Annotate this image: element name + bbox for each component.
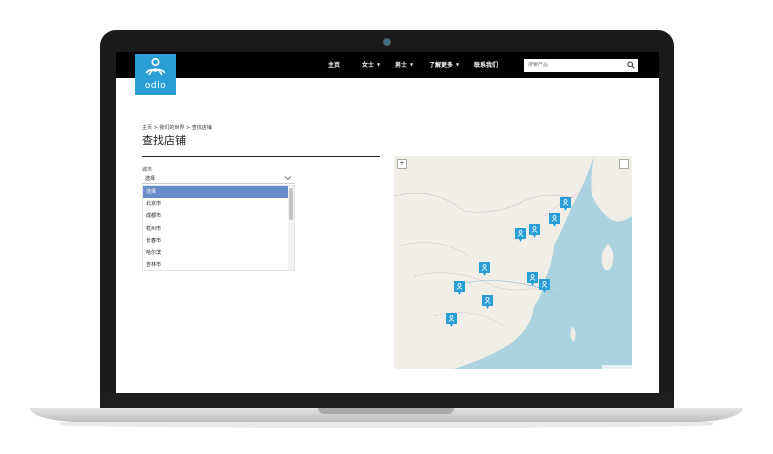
logo-text: odlo <box>144 81 167 91</box>
store-marker-icon[interactable] <box>529 224 540 238</box>
odlo-logo-icon[interactable]: odlo <box>135 54 176 95</box>
map-tiles <box>394 156 632 369</box>
fullscreen-button[interactable] <box>619 159 629 169</box>
site-header: 主页 女士 ▼ 男士 ▼ 了解更多 ▼ 联系我们 <box>116 52 659 78</box>
list-item[interactable]: 选择 <box>143 186 288 199</box>
nav-item-men[interactable]: 男士 ▼ <box>395 60 413 69</box>
page-title: 查找店铺 <box>142 134 186 147</box>
list-item[interactable]: 北京市 <box>143 198 288 210</box>
store-marker-icon[interactable] <box>454 281 465 295</box>
city-label: 城市 <box>142 167 153 173</box>
city-select-value: 选择 <box>145 176 156 182</box>
nav-item-women[interactable]: 女士 ▼ <box>362 60 380 69</box>
zoom-in-button[interactable]: + <box>397 159 407 169</box>
chevron-down-icon <box>284 176 292 181</box>
breadcrumb[interactable]: 主页 > 我们的世界 > 查找店铺 <box>142 124 212 131</box>
store-marker-icon[interactable] <box>482 295 493 309</box>
nav-item-home[interactable]: 主页 <box>328 60 340 69</box>
list-item[interactable]: 成都市 <box>143 210 288 222</box>
laptop-hinge <box>100 393 674 408</box>
store-marker-icon[interactable] <box>446 313 457 327</box>
nav-item-contact[interactable]: 联系我们 <box>474 60 498 69</box>
chevron-down-icon: ▼ <box>456 62 460 67</box>
nav-item-learn-more[interactable]: 了解更多 ▼ <box>429 60 459 69</box>
store-marker-icon[interactable] <box>560 197 571 211</box>
laptop-shadow <box>60 422 713 428</box>
search-box <box>524 59 638 72</box>
store-marker-icon[interactable] <box>539 279 550 293</box>
city-options-list: 选择 北京市 成都市 杭州市 长春市 哈尔滨 吉林市 <box>142 185 295 271</box>
search-icon[interactable] <box>627 61 635 69</box>
list-item[interactable]: 吉林市 <box>143 259 288 270</box>
webcam-icon <box>383 38 391 46</box>
list-scrollbar[interactable] <box>288 186 294 270</box>
scrollbar-thumb[interactable] <box>289 188 293 220</box>
title-divider <box>142 156 380 157</box>
logo-mark <box>145 58 166 76</box>
store-marker-icon[interactable] <box>479 262 490 276</box>
city-select[interactable]: 选择 <box>142 174 295 184</box>
store-marker-icon[interactable] <box>527 272 538 286</box>
map-attribution <box>602 365 632 369</box>
list-item[interactable]: 长春市 <box>143 235 288 247</box>
chevron-down-icon: ▼ <box>410 62 414 67</box>
store-marker-icon[interactable] <box>515 228 526 242</box>
chevron-down-icon: ▼ <box>377 62 381 67</box>
store-map[interactable]: + <box>394 156 632 369</box>
search-input[interactable] <box>528 62 618 68</box>
laptop-notch <box>318 408 454 414</box>
list-item[interactable]: 杭州市 <box>143 223 288 235</box>
browser-screen: 主页 女士▼ 男士▼ 了解更多▼ 联系我们 odlo 主页 > 我们的世界 > … <box>116 52 659 393</box>
list-item[interactable]: 哈尔滨 <box>143 247 288 259</box>
store-marker-icon[interactable] <box>549 213 560 227</box>
